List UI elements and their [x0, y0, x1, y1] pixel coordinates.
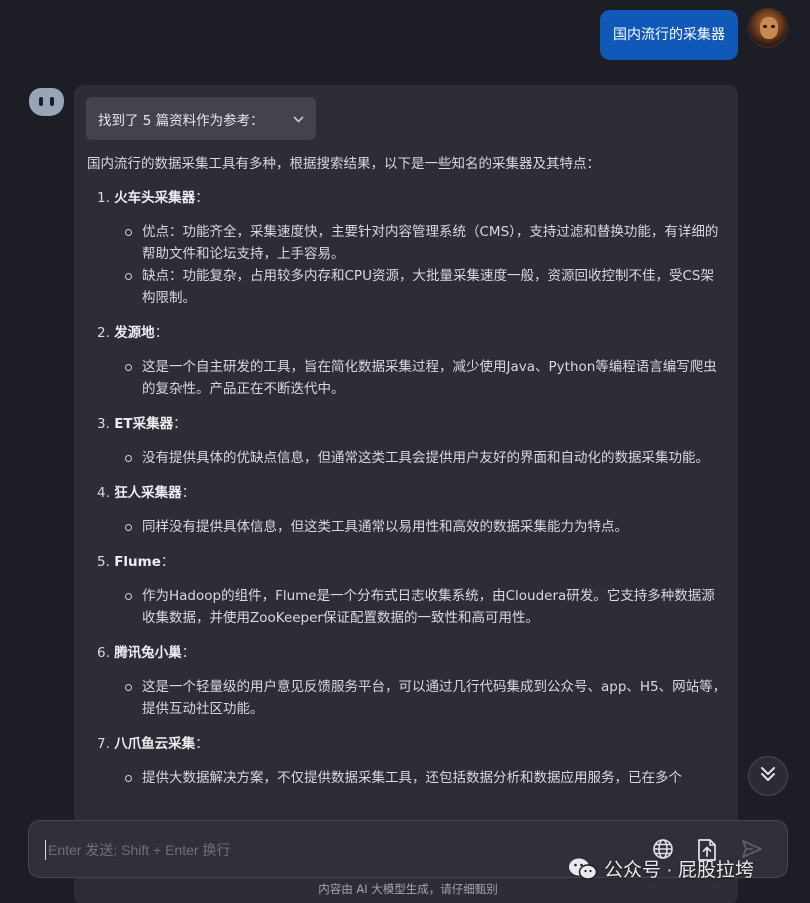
ai-disclaimer: 内容由 AI 大模型生成，请仔细甄别: [318, 882, 498, 896]
user-message-row: 国内流行的采集器: [600, 8, 788, 60]
list-item-bullet: 同样没有提供具体信息，但这类工具通常以易用性和高效的数据采集能力为特点。: [125, 516, 727, 538]
list-item-number: 2.: [97, 325, 110, 341]
user-avatar[interactable]: [748, 8, 788, 48]
list-item-suffix: ：: [195, 736, 209, 752]
list-item-bullet: 这是一个轻量级的用户意见反馈服务平台，可以通过几行代码集成到公众号、app、H5…: [125, 676, 727, 720]
list-item-details: 同样没有提供具体信息，但这类工具通常以易用性和高效的数据采集能力为特点。: [125, 516, 727, 538]
list-item-bullet: 这是一个自主研发的工具，旨在简化数据采集过程，减少使用Java、Python等编…: [125, 356, 727, 400]
list-item-heading: 4. 狂人采集器：: [97, 482, 727, 504]
list-item-number: 5.: [97, 554, 110, 570]
response-intro: 国内流行的数据采集工具有多种，根据搜索结果，以下是一些知名的采集器及其特点：: [87, 156, 600, 172]
scroll-to-bottom-button[interactable]: [748, 756, 788, 796]
list-item-heading: 7. 八爪鱼云采集：: [97, 733, 727, 755]
avatar-eye: [763, 25, 767, 28]
sources-toggle-label: 找到了 5 篇资料作为参考：: [98, 112, 264, 129]
list-item-details: 这是一个轻量级的用户意见反馈服务平台，可以通过几行代码集成到公众号、app、H5…: [125, 676, 727, 720]
list-item-suffix: ：: [181, 645, 196, 661]
avatar-eye: [771, 25, 775, 28]
list-item-suffix: ：: [173, 416, 187, 432]
list-item-name: 狂人采集器: [114, 485, 182, 501]
list-item-bullet: 作为Hadoop的组件，Flume是一个分布式日志收集系统，由Cloudera研…: [125, 585, 727, 629]
list-item-suffix: ：: [160, 554, 175, 570]
list-item-name: ET采集器: [114, 416, 174, 432]
list-item-bullet: 提供大数据解决方案，不仅提供数据采集工具，还包括数据分析和数据应用服务，已在多个: [125, 767, 727, 789]
list-item-number: 6.: [97, 645, 110, 661]
list-item-number: 7.: [97, 736, 110, 752]
list-item-details: 提供大数据解决方案，不仅提供数据采集工具，还包括数据分析和数据应用服务，已在多个: [125, 767, 727, 789]
list-item-name: 发源地: [114, 325, 155, 341]
bot-response-panel: 找到了 5 篇资料作为参考： 国内流行的数据采集工具有多种，根据搜索结果，以下是…: [74, 85, 738, 903]
list-item-name: 八爪鱼云采集: [114, 736, 196, 752]
response-list: 1. 火车头采集器： 优点：功能齐全，采集速度快，主要针对内容管理系统（CMS），…: [87, 187, 727, 789]
wechat-icon: [568, 857, 598, 881]
bot-eye: [39, 97, 43, 106]
user-message-bubble: 国内流行的采集器: [600, 10, 738, 60]
list-item-details: 作为Hadoop的组件，Flume是一个分布式日志收集系统，由Cloudera研…: [125, 585, 727, 629]
list-item-heading: 6. 腾讯兔小巢：: [97, 642, 727, 664]
chat-input[interactable]: [45, 840, 605, 860]
list-item-number: 3.: [97, 416, 110, 432]
chevron-down-icon: [293, 112, 304, 126]
list-item-bullet: 优点：功能齐全，采集速度快，主要针对内容管理系统（CMS），支持过滤和替换功能，…: [125, 221, 727, 265]
list-item-heading: 2. 发源地：: [97, 322, 727, 344]
wechat-watermark: 公众号 · 屁股拉垮: [568, 855, 754, 882]
watermark-text: 公众号 · 屁股拉垮: [604, 860, 754, 881]
list-item-heading: 3. ET采集器：: [97, 413, 727, 435]
list-item-number: 1.: [97, 190, 110, 206]
list-item-details: 没有提供具体的优缺点信息，但通常这类工具会提供用户友好的界面和自动化的数据采集功…: [125, 447, 727, 469]
list-item-number: 4.: [97, 485, 110, 501]
list-item-heading: 1. 火车头采集器：: [97, 187, 727, 209]
list-item-heading: 5. Flume：: [97, 551, 727, 573]
list-item-details: 这是一个自主研发的工具，旨在简化数据采集过程，减少使用Java、Python等编…: [125, 356, 727, 400]
list-item-name: Flume: [114, 554, 161, 570]
list-item-bullet: 缺点：功能复杂，占用较多内存和CPU资源，大批量采集速度一般，资源回收控制不佳，…: [125, 265, 727, 309]
avatar-face: [760, 17, 778, 39]
bot-eye: [50, 97, 54, 106]
bot-avatar: [29, 88, 64, 116]
double-chevron-down-icon: [759, 765, 777, 787]
list-item-name: 腾讯兔小巢: [114, 645, 182, 661]
response-content: 国内流行的数据采集工具有多种，根据搜索结果，以下是一些知名的采集器及其特点： 1…: [87, 153, 727, 802]
list-item-suffix: ：: [154, 325, 169, 341]
sources-toggle-button[interactable]: 找到了 5 篇资料作为参考：: [86, 97, 316, 140]
list-item-suffix: ：: [181, 485, 196, 501]
list-item-suffix: ：: [195, 190, 209, 206]
list-item-name: 火车头采集器: [114, 190, 196, 206]
list-item-bullet: 没有提供具体的优缺点信息，但通常这类工具会提供用户友好的界面和自动化的数据采集功…: [125, 447, 727, 469]
list-item-details: 优点：功能齐全，采集速度快，主要针对内容管理系统（CMS），支持过滤和替换功能，…: [125, 221, 727, 309]
